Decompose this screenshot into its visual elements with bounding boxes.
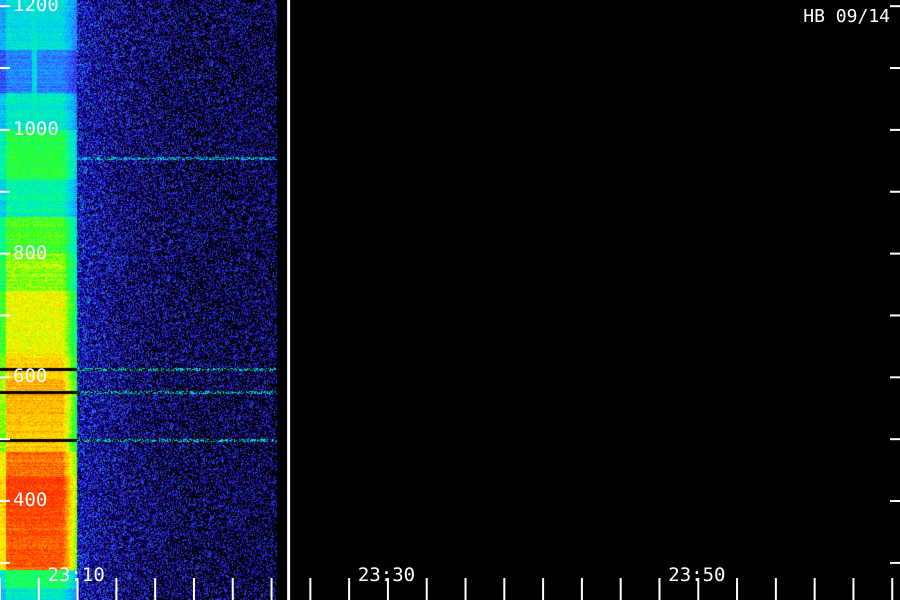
y-tick-label: 400 [13, 489, 48, 512]
y-tick-label: 1000 [13, 117, 59, 140]
y-tick-label: 800 [13, 241, 48, 264]
axes-overlay [0, 0, 900, 600]
station-date-label: HB 09/14 [803, 6, 890, 27]
y-tick-label: 600 [13, 365, 48, 388]
x-tick-label: 23:10 [47, 564, 105, 586]
spectrogram-chart: HB 09/14 1200 1000 800 600 400 23:10 23:30 23:5… [0, 0, 900, 600]
x-tick-label: 23:50 [668, 564, 726, 586]
x-tick-label: 23:30 [357, 564, 416, 586]
y-tick-label: 1200 [13, 0, 59, 17]
